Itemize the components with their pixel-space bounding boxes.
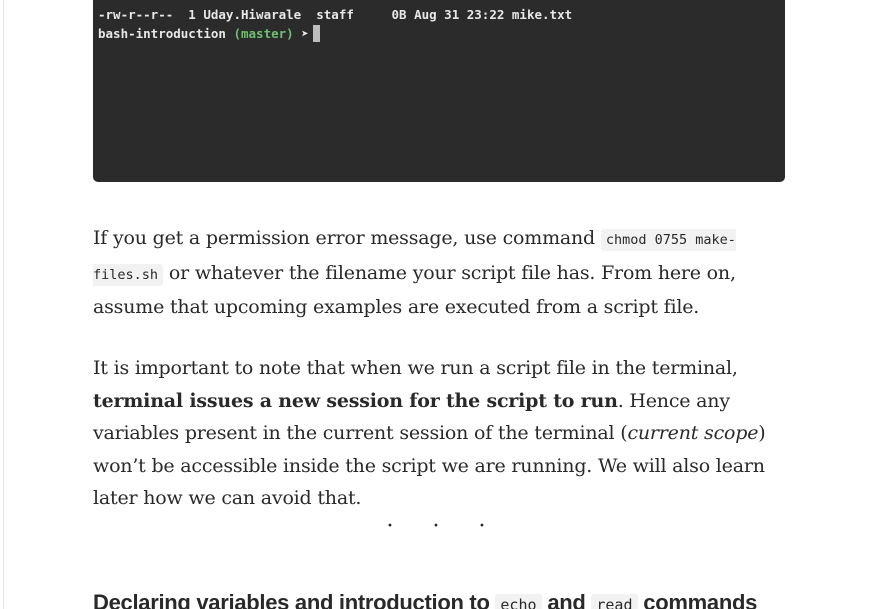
prompt-arrow-icon: ➤ (301, 26, 309, 41)
bold-text: terminal issues a new session for the sc… (93, 389, 618, 412)
paragraph-text: or whatever the filename your script fil… (93, 261, 736, 319)
heading-text: commands (637, 590, 758, 609)
section-separator: · · · (386, 514, 502, 539)
italic-text: current scope (627, 422, 759, 444)
inline-code-echo: echo (495, 594, 542, 609)
terminal-ls-output-line: -rw-r--r-- 1 Uday.Hiwarale staff 0B Aug … (98, 7, 573, 22)
paragraph-permission: If you get a permission error message, u… (93, 222, 783, 324)
paragraph-session-scope: It is important to note that when we run… (93, 352, 783, 515)
prompt-git-branch: (master) (233, 26, 294, 41)
section-heading: Declaring variables and introduction to … (93, 588, 813, 609)
terminal-screenshot: -rw-r--r-- 1 Uday.Hiwarale staff 0B Aug … (93, 0, 785, 182)
terminal-prompt-line: bash-introduction (master) ➤ (98, 25, 320, 43)
paragraph-text: It is important to note that when we run… (93, 357, 738, 379)
heading-text: Declaring variables and introduction to (93, 590, 496, 609)
terminal-cursor (312, 25, 320, 42)
paragraph-text: If you get a permission error message, u… (93, 227, 601, 249)
heading-text: and (541, 590, 592, 609)
inline-code-read: read (591, 594, 638, 609)
prompt-directory: bash-introduction (98, 26, 226, 41)
